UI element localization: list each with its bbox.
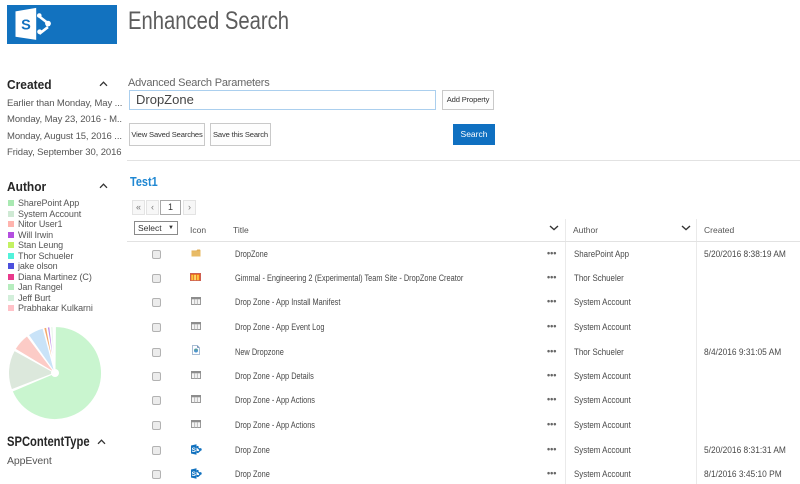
svg-text:S: S	[192, 471, 197, 478]
svg-text:S: S	[192, 447, 197, 454]
svg-text:S: S	[21, 18, 31, 34]
